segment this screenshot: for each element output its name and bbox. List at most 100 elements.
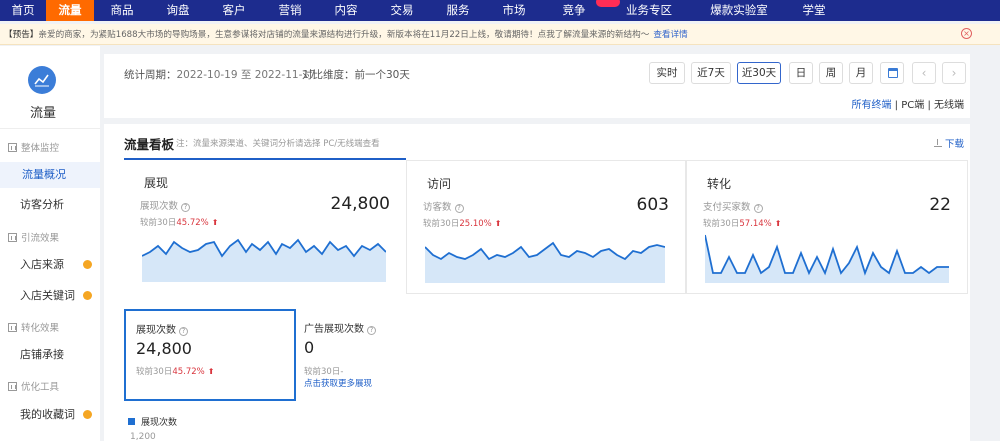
next-period-button[interactable]: › <box>942 62 966 84</box>
sidebar-group-overview: 整体监控 <box>8 140 59 154</box>
legend-swatch <box>128 418 135 425</box>
sidebar-group-tools: 优化工具 <box>8 379 59 393</box>
ad-label-text: 广告展现次数 <box>304 324 364 335</box>
help-icon[interactable]: ? <box>181 203 191 212</box>
notice-text: 亲爱的商家，为紧贴1688大市场的导购场景，生意参谋将对店铺的流量来源结构进行升… <box>38 30 650 40</box>
sidebar-group-conversion: 转化效果 <box>8 320 59 334</box>
compare-text: 较前30日 <box>423 219 460 229</box>
nav-item-hot-lab[interactable]: 爆款实验室 <box>692 0 786 21</box>
arrow-up-icon: ⬆ <box>774 219 782 228</box>
ad-value: 0 <box>304 338 315 357</box>
compare-percent: 57.14% <box>739 219 772 229</box>
metric-compare: 较前30日25.10% ⬆ <box>423 217 501 229</box>
board-title: 流量看板 <box>124 137 175 152</box>
notification-dot <box>83 291 92 300</box>
notice-detail-link[interactable]: 查看详情 <box>653 28 687 40</box>
help-icon[interactable]: ? <box>179 327 188 336</box>
last-7-days-button[interactable]: 近7天 <box>691 62 731 84</box>
compare-percent: 45.72% <box>172 367 205 377</box>
metric-title: 转化 <box>707 177 732 191</box>
terminal-switch: 所有终端 | PC端 | 无线端 <box>851 96 964 111</box>
arrow-up-icon: ⬆ <box>211 218 219 227</box>
metric-label-text: 访客数 <box>423 202 452 213</box>
sidebar-item-label: 访客分析 <box>20 198 64 211</box>
detail-compare: 较前30日45.72% ⬆ <box>136 365 214 377</box>
compare-percent: 25.10% <box>459 219 492 229</box>
metric-card-visits[interactable]: 访问 访客数? 603 较前30日25.10% ⬆ <box>406 160 686 294</box>
traffic-chart-icon <box>28 66 56 94</box>
arrow-up-icon: ⬆ <box>494 219 502 228</box>
nav-item-content[interactable]: 内容 <box>318 0 374 21</box>
last-30-days-button[interactable]: 近30天 <box>737 62 781 84</box>
y-axis-tick: 1,200 <box>130 432 156 441</box>
metric-value: 24,800 <box>330 194 390 214</box>
nav-item-customer[interactable]: 客户 <box>206 0 262 21</box>
sidebar-item-traffic-overview[interactable]: 流量概况 <box>0 162 100 188</box>
compare-text: 较前30日 <box>140 218 177 228</box>
group-icon <box>8 142 17 152</box>
nav-item-home[interactable]: 首页 <box>0 0 46 21</box>
nav-item-competition-label: 竞争 <box>562 3 586 17</box>
day-button[interactable]: 日 <box>789 62 813 84</box>
sidebar-item-store-reception[interactable]: 店铺承接 <box>0 342 100 368</box>
prev-period-button[interactable]: ‹ <box>912 62 936 84</box>
month-button[interactable]: 月 <box>849 62 873 84</box>
ad-compare: 较前30日- <box>304 367 344 377</box>
sidebar-item-visitor-analysis[interactable]: 访客分析 <box>0 192 100 218</box>
group-icon <box>8 381 17 391</box>
sidebar-group-label: 转化效果 <box>21 323 60 334</box>
nav-item-marketing[interactable]: 营销 <box>262 0 318 21</box>
nav-item-competition[interactable]: 竞争 <box>542 0 620 21</box>
terminal-all-link[interactable]: 所有终端 <box>851 100 891 111</box>
metric-label: 访客数? <box>423 199 464 213</box>
metric-compare: 较前30日57.14% ⬆ <box>703 217 781 229</box>
nav-item-trade[interactable]: 交易 <box>374 0 430 21</box>
chevron-right-icon: › <box>951 66 957 80</box>
detail-value: 24,800 <box>136 339 192 358</box>
help-icon[interactable]: ? <box>454 204 464 213</box>
ad-impressions-card[interactable]: 广告展现次数? 0 较前30日- 点击获取更多展现 <box>302 320 442 400</box>
metric-card-impressions[interactable]: 展现 展现次数? 24,800 较前30日45.72% ⬆ <box>124 160 406 294</box>
download-button[interactable]: 下载 <box>933 136 964 150</box>
compare-dimension: 对比维度：前一个30天 <box>302 67 410 82</box>
nav-item-inquiry[interactable]: 询盘 <box>150 0 206 21</box>
terminal-wireless-link[interactable]: 无线端 <box>934 100 964 111</box>
terminal-separator: | <box>894 100 899 111</box>
metric-label: 支付买家数? <box>703 199 763 213</box>
metric-compare: 较前30日45.72% ⬆ <box>140 216 218 228</box>
stat-period-label: 统计周期： <box>124 69 177 81</box>
metric-label-text: 展现次数 <box>140 201 179 212</box>
sidebar-group-label: 整体监控 <box>21 143 60 154</box>
sidebar-item-favorite-words[interactable]: 我的收藏词 <box>0 402 100 428</box>
sidebar: 流量 整体监控 流量概况 访客分析 引流效果 入店来源 入店关键词 转化效果 店… <box>0 46 100 441</box>
chart-legend[interactable]: 展现次数 <box>128 415 177 428</box>
sidebar-item-entry-source[interactable]: 入店来源 <box>0 252 100 278</box>
close-icon[interactable]: × <box>961 28 972 39</box>
get-more-impressions-link[interactable]: 点击获取更多展现 <box>304 377 372 389</box>
compare-percent: 45.72% <box>176 218 209 228</box>
realtime-button[interactable]: 实时 <box>649 62 685 84</box>
nav-item-academy[interactable]: 学堂 <box>786 0 842 21</box>
sidebar-group-acquisition: 引流效果 <box>8 230 59 244</box>
notice-tag: 【预告】 <box>4 30 39 40</box>
nav-item-traffic[interactable]: 流量 <box>46 0 94 21</box>
metric-card-conversion[interactable]: 转化 支付买家数? 22 较前30日57.14% ⬆ <box>686 160 968 294</box>
sidebar-item-label: 入店来源 <box>20 258 64 271</box>
top-nav: 首页 流量 商品 询盘 客户 营销 内容 交易 服务 市场 竞争 业务专区 爆款… <box>0 0 1000 21</box>
sidebar-item-entry-keyword[interactable]: 入店关键词 <box>0 283 100 309</box>
calendar-button[interactable] <box>880 62 904 84</box>
detail-label-text: 展现次数 <box>136 325 176 336</box>
nav-item-market[interactable]: 市场 <box>486 0 542 21</box>
impressions-detail-card[interactable]: 展现次数? 24,800 较前30日45.72% ⬆ <box>124 309 296 401</box>
notification-dot <box>83 410 92 419</box>
download-label: 下载 <box>944 139 964 150</box>
help-icon[interactable]: ? <box>367 326 376 335</box>
nav-item-product[interactable]: 商品 <box>94 0 150 21</box>
nav-item-service[interactable]: 服务 <box>430 0 486 21</box>
nav-item-business-zone[interactable]: 业务专区 <box>606 0 692 21</box>
notification-dot <box>83 260 92 269</box>
conversion-sparkline <box>705 234 949 283</box>
terminal-pc-link[interactable]: PC端 <box>901 100 924 111</box>
week-button[interactable]: 周 <box>819 62 843 84</box>
help-icon[interactable]: ? <box>753 204 763 213</box>
